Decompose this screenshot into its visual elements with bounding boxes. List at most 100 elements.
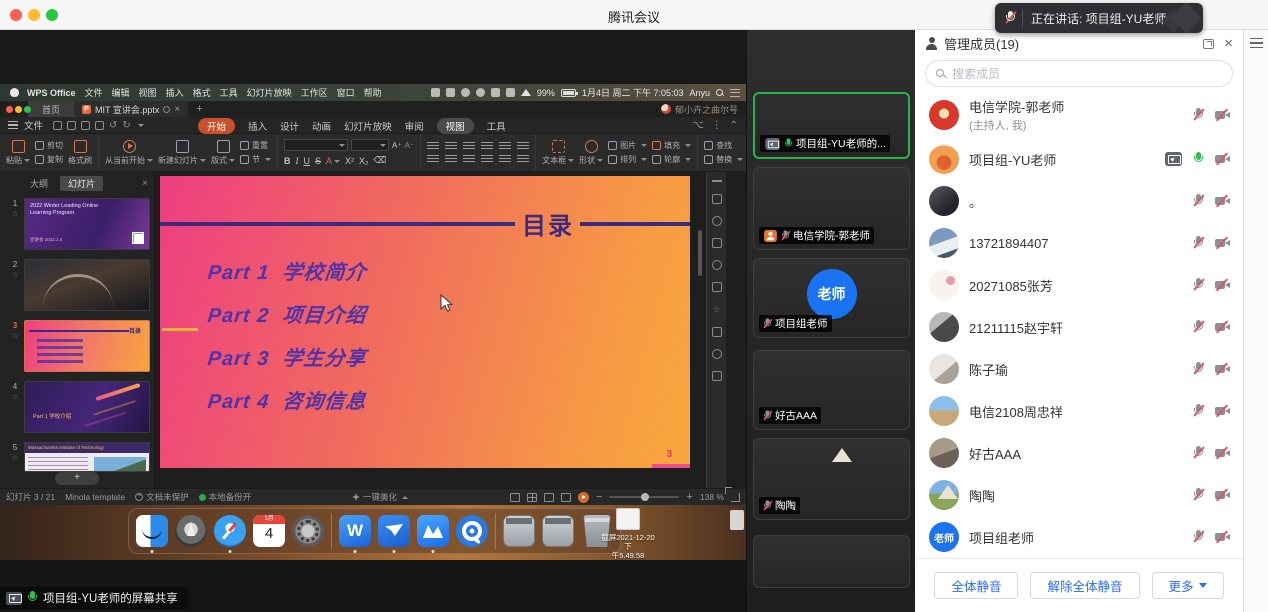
zoom-level[interactable]: 138 % (700, 492, 724, 502)
camera-off-icon[interactable] (1215, 320, 1231, 334)
wifi-icon[interactable] (521, 89, 531, 96)
control-center-icon[interactable] (730, 89, 740, 97)
member-row[interactable]: 好古AAA (915, 432, 1243, 474)
menubar-app-name[interactable]: WPS Office (27, 88, 76, 98)
canvas-scrollbar[interactable] (698, 230, 702, 276)
unmute-all-button[interactable]: 解除全体静音 (1030, 572, 1139, 599)
menu-slideshow[interactable]: 幻灯片放映 (247, 86, 292, 99)
number-list-icon[interactable] (445, 142, 457, 151)
open-icon[interactable] (53, 121, 62, 130)
mic-muted-icon[interactable] (1193, 530, 1204, 544)
launchpad-icon[interactable] (175, 515, 207, 547)
superscript-button[interactable]: X² (345, 156, 354, 166)
section-button[interactable]: 节 (240, 154, 271, 165)
close-panel-icon[interactable]: × (142, 178, 148, 189)
reset-button[interactable]: 重置 (240, 140, 271, 151)
member-row[interactable]: 老师 项目组老师 (915, 516, 1243, 558)
main-menu-icon[interactable] (8, 121, 18, 129)
backup-status[interactable]: 本地备份开 (199, 491, 252, 503)
mic-on-icon[interactable] (1193, 152, 1204, 166)
desktop-screenshot-file[interactable]: 截屏2021-12-20 下午5.49.58 (600, 508, 656, 560)
decrease-font-icon[interactable]: A⁻ (405, 141, 415, 150)
export-icon[interactable] (95, 121, 104, 130)
camera-off-icon[interactable] (1215, 446, 1231, 460)
collapse-ribbon-icon[interactable]: ⌃ (730, 120, 738, 131)
ribbon-tab-home[interactable]: 开始 (198, 118, 235, 134)
panel-tool-icon[interactable] (712, 238, 722, 248)
line-spacing-icon[interactable] (499, 142, 511, 151)
star-tool-icon[interactable]: ☆ (712, 304, 720, 315)
fit-slide-icon[interactable] (731, 493, 740, 502)
slide-thumbnail-1[interactable]: 1☆ 2022 Winter Leading Online Learning P… (6, 198, 150, 250)
font-family-select[interactable] (284, 139, 348, 151)
text-direction-icon[interactable] (517, 142, 529, 151)
normal-view-icon[interactable] (510, 493, 520, 502)
menu-format[interactable]: 格式 (193, 86, 211, 99)
increase-font-icon[interactable]: A⁺ (392, 141, 402, 150)
align-left-icon[interactable] (427, 155, 439, 164)
justify-icon[interactable] (481, 155, 493, 164)
more-menu-icon[interactable]: ⋮ (712, 120, 722, 131)
outdent-icon[interactable] (463, 142, 475, 151)
clear-format-button[interactable]: ⌫ (374, 155, 387, 166)
mic-muted-icon[interactable] (1193, 194, 1204, 208)
member-row[interactable]: 21211115赵宇轩 (915, 306, 1243, 348)
indent-icon[interactable] (481, 142, 493, 151)
subscript-button[interactable]: X₂ (359, 156, 369, 166)
collapse-strip-icon[interactable] (712, 180, 722, 182)
minimized-window-icon[interactable] (503, 515, 535, 547)
align-center-icon[interactable] (445, 155, 457, 164)
mic-muted-icon[interactable] (1193, 236, 1204, 250)
camera-off-icon[interactable] (1215, 278, 1231, 292)
font-size-select[interactable] (351, 139, 389, 151)
more-button[interactable]: 更多 (1152, 572, 1224, 599)
member-row[interactable]: 项目组-YU老师 (915, 138, 1243, 180)
tab-home[interactable]: 首页 (28, 101, 74, 117)
popout-panel-icon[interactable] (1203, 39, 1214, 49)
save-icon[interactable] (67, 121, 76, 130)
desktop-file-partial[interactable] (730, 510, 744, 530)
video-tile-guo[interactable]: 电信学院-郭老师 (753, 167, 910, 250)
picture-button[interactable]: 图片 (608, 140, 647, 151)
panel-tool-icon[interactable] (712, 216, 722, 226)
mic-muted-icon[interactable] (1193, 278, 1204, 292)
font-color-button[interactable]: A (326, 156, 340, 166)
camera-off-icon[interactable] (1215, 530, 1231, 544)
finder-icon[interactable] (136, 515, 168, 547)
new-slide-button[interactable]: 新建幻灯片 (158, 140, 206, 166)
fill-button[interactable]: 填充 (652, 140, 691, 151)
print-icon[interactable] (81, 121, 90, 130)
ribbon-tab-design[interactable]: 设计 (280, 119, 299, 133)
panel-tool-icon[interactable] (712, 371, 722, 381)
paste-button[interactable]: 粘贴 (6, 140, 30, 166)
strikethrough-button[interactable]: S (315, 156, 321, 166)
wps-minimize-light[interactable] (15, 106, 22, 113)
menubar-datetime[interactable]: 1月4日 周二 下午 7:05:03 (582, 86, 684, 99)
slides-tab[interactable]: 幻灯片 (60, 176, 103, 191)
menu-workspace[interactable]: 工作区 (301, 86, 328, 99)
status-icon[interactable] (446, 88, 455, 97)
mic-muted-icon[interactable] (1193, 362, 1204, 376)
camera-off-icon[interactable] (1215, 488, 1231, 502)
video-tile-yu[interactable]: 项目组-YU老师的... (753, 92, 910, 159)
search-input[interactable] (952, 67, 1222, 81)
more-actions-caret[interactable] (138, 124, 144, 127)
apple-menu-icon[interactable] (10, 88, 19, 97)
add-slide-button[interactable]: + (55, 472, 99, 485)
menu-window[interactable]: 窗口 (337, 86, 355, 99)
replace-button[interactable]: 替换 (704, 154, 743, 165)
mic-muted-icon[interactable] (1193, 108, 1204, 122)
video-tile-teacher[interactable]: 老师 项目组老师 (753, 258, 910, 338)
play-from-current-button[interactable]: 从当前开始 (105, 140, 153, 166)
redo-icon[interactable]: ↻ (122, 120, 130, 131)
mute-all-button[interactable]: 全体静音 (934, 572, 1018, 599)
underline-button[interactable]: U (304, 156, 311, 166)
menu-file[interactable]: 文件 (85, 86, 103, 99)
mic-muted-icon[interactable] (1193, 488, 1204, 502)
panel-tool-icon[interactable] (712, 327, 722, 337)
ribbon-tab-animation[interactable]: 动画 (312, 119, 331, 133)
menu-insert[interactable]: 插入 (166, 86, 184, 99)
template-name[interactable]: Minola template (65, 492, 125, 502)
slide-thumbnail-4[interactable]: 4☆ Part 1 学校介绍 (6, 381, 150, 433)
safari-icon[interactable] (214, 515, 246, 547)
